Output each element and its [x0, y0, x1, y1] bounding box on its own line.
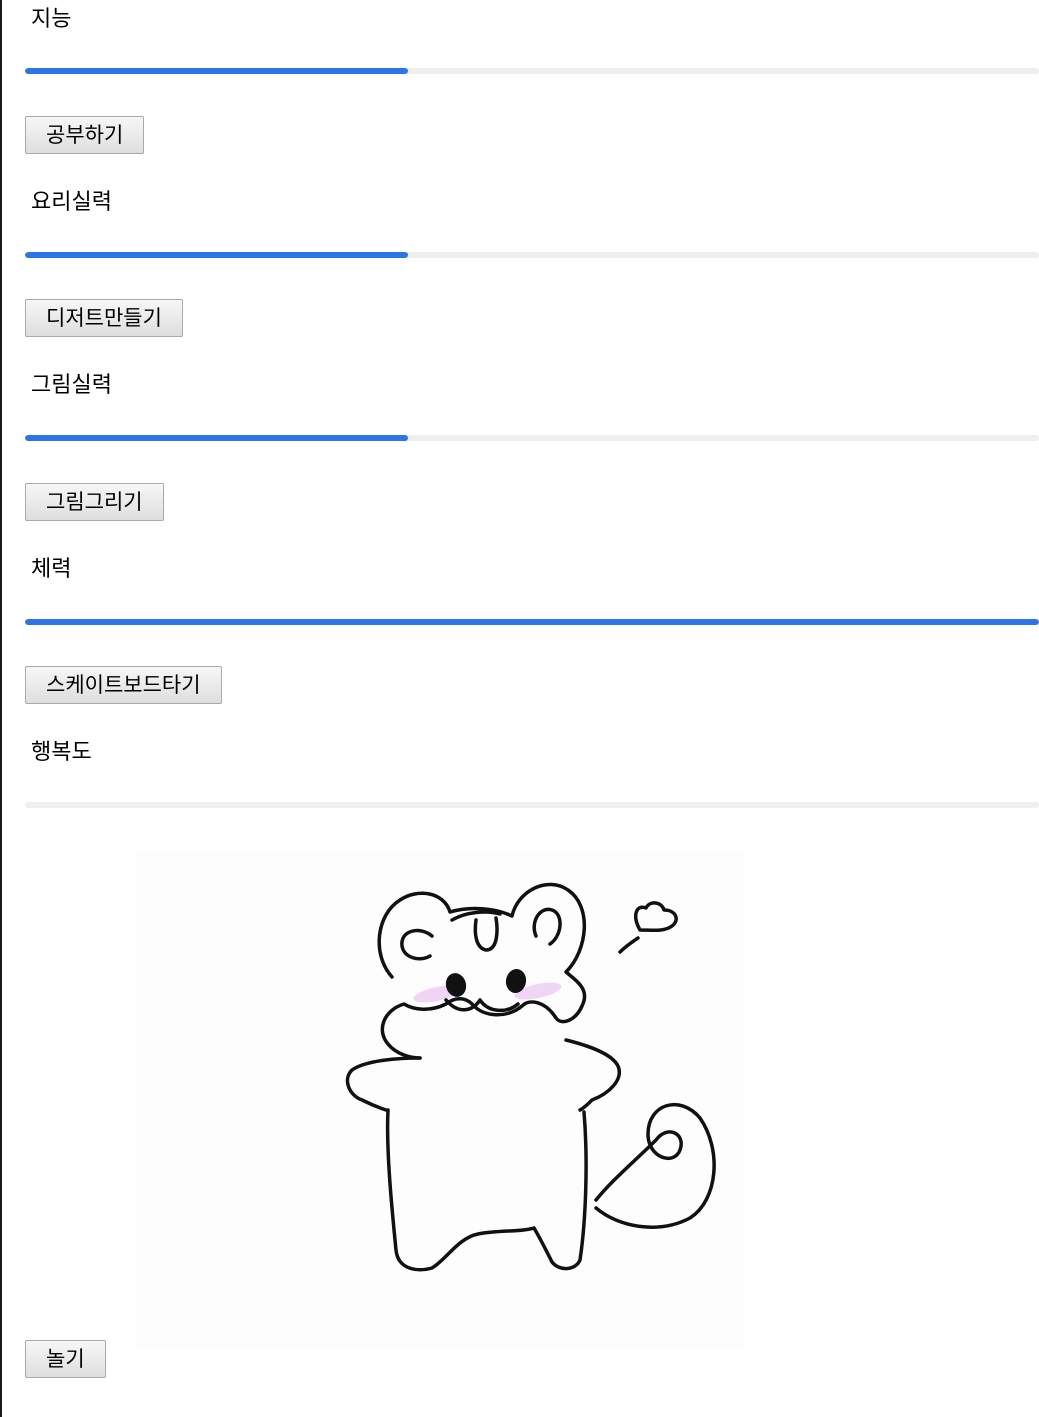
- stat-label-cooking: 요리실력: [31, 190, 112, 215]
- left-border: [0, 0, 2, 1417]
- stat-label-happiness: 행복도: [31, 740, 92, 765]
- happiness-bar: [25, 802, 1039, 808]
- intelligence-bar-fill: [25, 68, 409, 74]
- stat-label-drawing: 그림실력: [31, 373, 112, 398]
- drawing-bar: [25, 435, 1039, 441]
- skateboard-button[interactable]: 스케이트보드타기: [25, 666, 222, 704]
- draw-button[interactable]: 그림그리기: [25, 483, 164, 521]
- drawing-bar-fill: [25, 435, 409, 441]
- stamina-bar-fill: [25, 619, 1039, 625]
- cooking-bar-fill: [25, 252, 409, 258]
- stat-label-stamina: 체력: [31, 557, 72, 582]
- study-button[interactable]: 공부하기: [25, 116, 145, 154]
- cooking-bar: [25, 252, 1039, 258]
- stamina-bar: [25, 619, 1039, 625]
- intelligence-bar: [25, 68, 1039, 74]
- play-button[interactable]: 놀기: [25, 1340, 106, 1378]
- hamster-icon: [345, 882, 716, 1272]
- pet-image-area: [135, 850, 745, 1350]
- make-dessert-button[interactable]: 디저트만들기: [25, 299, 183, 337]
- stat-label-intelligence: 지능: [31, 7, 72, 32]
